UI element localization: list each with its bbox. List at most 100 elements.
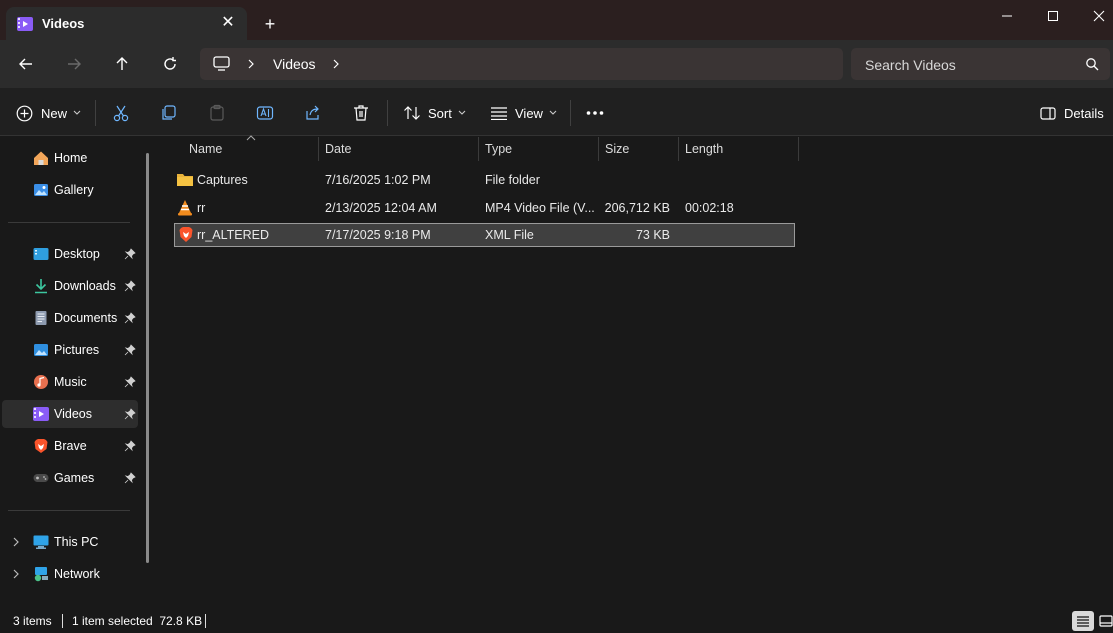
sidebar-item-label: Home bbox=[54, 151, 88, 165]
cell-type: XML File bbox=[485, 228, 534, 242]
sidebar-item-games[interactable]: Games bbox=[2, 464, 138, 492]
view-list-icon bbox=[491, 107, 507, 120]
tab-videos[interactable]: Videos ✕ bbox=[6, 7, 247, 40]
sidebar-item-label: Desktop bbox=[54, 247, 100, 261]
status-bar: 3 items 1 item selected 72.8 KB bbox=[0, 609, 1113, 633]
search-input[interactable]: Search Videos bbox=[865, 57, 956, 73]
share-button[interactable] bbox=[304, 100, 322, 126]
details-view-button[interactable] bbox=[1072, 611, 1094, 631]
pin-icon[interactable] bbox=[124, 344, 136, 356]
chevron-right-icon[interactable] bbox=[331, 58, 341, 70]
item-count: 3 items bbox=[13, 614, 52, 628]
arrow-up-icon bbox=[116, 57, 128, 70]
sidebar-item-this-pc[interactable]: This PC bbox=[2, 528, 138, 556]
column-divider[interactable] bbox=[798, 137, 799, 161]
delete-button[interactable] bbox=[352, 100, 370, 126]
search-box[interactable]: Search Videos bbox=[851, 48, 1110, 80]
sidebar-item-documents[interactable]: Documents bbox=[2, 304, 138, 332]
sidebar-scrollbar[interactable] bbox=[146, 153, 149, 563]
column-header-name[interactable]: Name bbox=[183, 137, 318, 161]
close-tab-icon[interactable]: ✕ bbox=[218, 13, 238, 33]
chevron-down-icon bbox=[458, 110, 466, 115]
minimize-button[interactable] bbox=[984, 0, 1030, 32]
rename-button[interactable] bbox=[256, 100, 274, 126]
pin-icon[interactable] bbox=[124, 408, 136, 420]
sidebar-item-videos[interactable]: Videos bbox=[2, 400, 138, 428]
new-tab-button[interactable]: + bbox=[258, 13, 282, 37]
view-button[interactable]: View bbox=[490, 100, 557, 126]
folder-icon bbox=[177, 174, 193, 186]
copy-button[interactable] bbox=[160, 100, 178, 126]
maximize-button[interactable] bbox=[1030, 0, 1076, 32]
sidebar-item-pictures[interactable]: Pictures bbox=[2, 336, 138, 364]
pin-icon[interactable] bbox=[124, 248, 136, 260]
column-header-label: Size bbox=[605, 142, 630, 156]
table-row[interactable]: rr 2/13/2025 12:04 AM MP4 Video File (V.… bbox=[174, 196, 795, 220]
pin-icon[interactable] bbox=[124, 472, 136, 484]
refresh-button[interactable] bbox=[158, 52, 182, 76]
network-icon bbox=[34, 567, 48, 582]
pin-icon[interactable] bbox=[124, 280, 136, 292]
refresh-icon bbox=[164, 57, 176, 70]
music-icon bbox=[34, 375, 48, 389]
sidebar-item-label: This PC bbox=[54, 535, 99, 549]
chevron-right-icon bbox=[248, 59, 254, 69]
sort-label: Sort bbox=[428, 105, 452, 121]
column-header-label: Name bbox=[189, 142, 223, 156]
details-view-icon bbox=[1077, 616, 1089, 627]
cell-type: File folder bbox=[485, 173, 540, 187]
navigation-bar: Videos Search Videos bbox=[0, 40, 1113, 88]
close-window-button[interactable] bbox=[1076, 0, 1113, 32]
pin-icon[interactable] bbox=[124, 312, 136, 324]
sidebar-item-label: Gallery bbox=[54, 183, 94, 197]
sort-button[interactable]: Sort bbox=[403, 100, 466, 126]
address-bar[interactable]: Videos bbox=[200, 48, 843, 80]
sidebar-item-downloads[interactable]: Downloads bbox=[2, 272, 138, 300]
back-button[interactable] bbox=[14, 52, 38, 76]
cut-button[interactable] bbox=[112, 100, 130, 126]
minimize-icon bbox=[1002, 15, 1012, 17]
new-button[interactable]: New bbox=[16, 100, 81, 126]
computer-icon bbox=[213, 56, 230, 71]
up-button[interactable] bbox=[110, 52, 134, 76]
pin-icon[interactable] bbox=[124, 440, 136, 452]
column-header-length[interactable]: Length bbox=[679, 137, 798, 161]
table-row[interactable]: Captures 7/16/2025 1:02 PM File folder bbox=[174, 168, 795, 192]
gallery-icon bbox=[34, 184, 48, 196]
selection-info: 1 item selected 72.8 KB bbox=[72, 614, 203, 628]
chevron-down-icon bbox=[73, 110, 81, 115]
sidebar-item-home[interactable]: Home bbox=[2, 144, 138, 172]
brave-file-icon bbox=[179, 227, 193, 242]
chevron-right-icon[interactable] bbox=[10, 535, 22, 549]
sidebar-item-network[interactable]: Network bbox=[2, 560, 138, 588]
ellipsis-icon bbox=[586, 111, 604, 115]
sidebar-item-gallery[interactable]: Gallery bbox=[2, 176, 138, 204]
cell-size: 206,712 KB bbox=[604, 201, 670, 215]
more-options-button[interactable] bbox=[586, 100, 604, 126]
column-header-label: Length bbox=[685, 142, 724, 156]
chevron-right-icon[interactable] bbox=[10, 567, 22, 581]
column-header-label: Date bbox=[325, 142, 352, 156]
cell-size: 73 KB bbox=[635, 228, 670, 242]
column-header-type[interactable]: Type bbox=[479, 137, 599, 161]
sidebar-item-music[interactable]: Music bbox=[2, 368, 138, 396]
sidebar-item-desktop[interactable]: Desktop bbox=[2, 240, 138, 268]
vlc-icon bbox=[178, 200, 192, 216]
toolbar-divider bbox=[95, 100, 96, 126]
close-icon bbox=[1093, 10, 1105, 22]
status-divider bbox=[62, 614, 63, 628]
column-header-size[interactable]: Size bbox=[599, 137, 679, 161]
table-row-selected[interactable]: rr_ALTERED 7/17/2025 9:18 PM XML File 73… bbox=[174, 223, 795, 247]
column-header-date[interactable]: Date bbox=[319, 137, 479, 161]
file-list-view: Name Date Type Size Length Captures 7/16… bbox=[158, 135, 1113, 609]
large-icons-view-button[interactable] bbox=[1095, 611, 1113, 631]
sidebar-item-brave[interactable]: Brave bbox=[2, 432, 138, 460]
forward-button[interactable] bbox=[62, 52, 86, 76]
maximize-icon bbox=[1048, 11, 1058, 21]
command-bar: New Sort View Details bbox=[0, 88, 1113, 136]
pin-icon[interactable] bbox=[124, 376, 136, 388]
paste-button[interactable] bbox=[208, 100, 226, 126]
details-pane-button[interactable]: Details bbox=[1040, 100, 1104, 126]
cell-length: 00:02:18 bbox=[685, 201, 734, 215]
breadcrumb-videos[interactable]: Videos bbox=[273, 56, 316, 72]
